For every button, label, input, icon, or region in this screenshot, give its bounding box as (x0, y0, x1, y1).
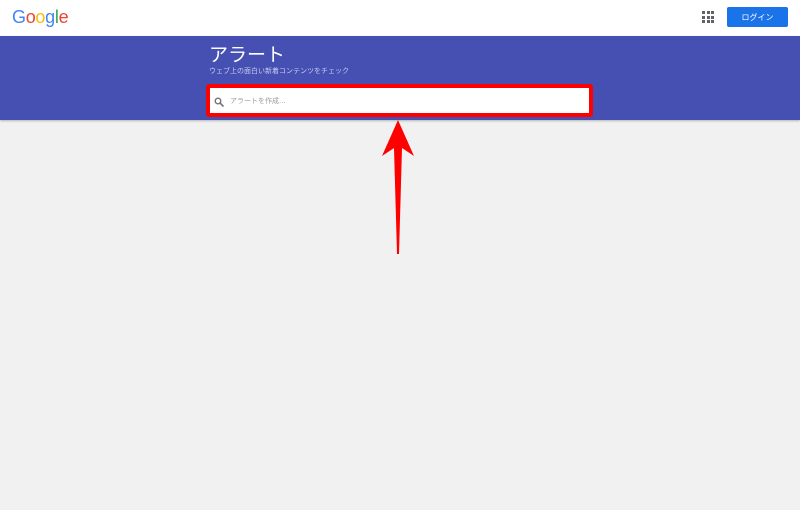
page-title: アラート (209, 44, 286, 66)
search-icon (214, 97, 224, 107)
red-up-arrow-icon (382, 120, 414, 254)
google-logo[interactable]: Google (12, 7, 69, 28)
logo-letter: o (25, 7, 36, 27)
logo-letter: g (45, 7, 55, 27)
create-alert-input[interactable] (230, 92, 580, 110)
logo-letter: e (58, 7, 69, 27)
logo-letter: G (12, 7, 26, 27)
page-subtitle: ウェブ上の面白い新着コンテンツをチェック (209, 67, 349, 75)
login-button[interactable]: ログイン (727, 7, 788, 27)
top-bar: Google ログイン (0, 0, 800, 36)
logo-letter: o (35, 7, 46, 27)
apps-grid-icon[interactable] (702, 11, 714, 23)
